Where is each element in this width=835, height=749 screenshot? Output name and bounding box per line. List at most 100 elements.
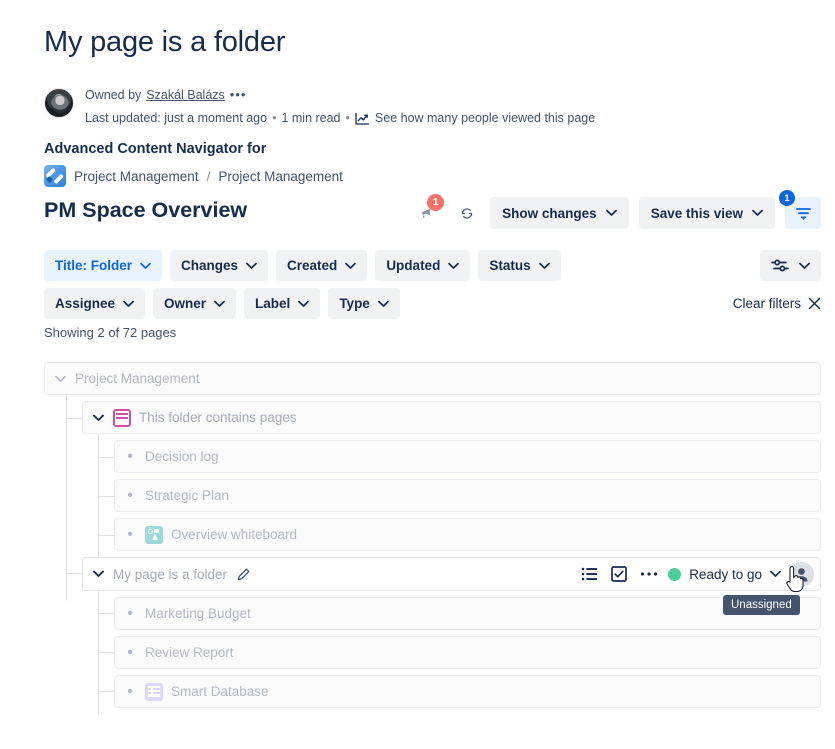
tree-row-label: Smart Database	[171, 684, 269, 699]
page-title: My page is a folder	[44, 26, 286, 58]
tree-row-label: Overview whiteboard	[171, 527, 298, 542]
tree-row-label: Strategic Plan	[145, 488, 230, 503]
filter-chip-assignee[interactable]: Assignee	[44, 288, 146, 319]
chevron-down-icon	[298, 300, 310, 307]
breadcrumb-separator: /	[206, 168, 211, 184]
bullet-icon: •	[127, 604, 133, 622]
filter-chip-owner[interactable]: Owner	[153, 288, 237, 319]
tree-connector	[98, 496, 114, 497]
whiteboard-icon	[145, 525, 163, 544]
last-updated-label: Last updated: just a moment ago	[85, 111, 268, 125]
filter-chip-label: Created	[287, 258, 338, 273]
megaphone-icon[interactable]: 1	[414, 194, 445, 226]
ellipsis-icon[interactable]	[634, 559, 664, 589]
filter-icon-button[interactable]: 1	[779, 190, 821, 229]
show-changes-button[interactable]: Show changes	[490, 197, 629, 229]
tree-connector	[66, 573, 82, 574]
filter-chip-title[interactable]: Title: Folder	[44, 250, 163, 281]
macro-header-actions: 1 Show changes Save this view 1	[414, 190, 821, 229]
chevron-down-icon	[246, 262, 257, 269]
tree-connector	[66, 395, 67, 601]
chevron-down-icon	[448, 262, 460, 269]
pencil-icon[interactable]	[236, 567, 251, 582]
chevron-down-icon[interactable]	[83, 570, 113, 578]
bullet-icon: •	[127, 643, 133, 661]
filter-chip-label[interactable]: Label	[244, 288, 321, 319]
chevron-down-icon[interactable]	[83, 414, 113, 422]
person-icon	[795, 567, 808, 581]
views-link[interactable]: See how many people viewed this page	[375, 109, 595, 127]
bullet-icon: •	[127, 486, 133, 504]
save-this-view-button[interactable]: Save this view	[638, 197, 775, 229]
byline-separator-1: •	[272, 111, 277, 125]
tree-row[interactable]: • Strategic Plan	[114, 479, 821, 512]
checkbox-checked-icon[interactable]	[604, 559, 634, 589]
tree-row-label: Decision log	[145, 449, 219, 464]
assignee-avatar[interactable]	[789, 561, 814, 587]
chevron-down-icon	[345, 262, 357, 269]
tree-connector	[98, 652, 114, 653]
ellipsis-icon[interactable]: •••	[230, 86, 247, 104]
folder-icon	[113, 408, 131, 427]
filter-chip-updated[interactable]: Updated	[375, 250, 471, 281]
owner-link[interactable]: Szakál Balázs	[146, 86, 225, 104]
filter-chip-changes[interactable]: Changes	[170, 250, 269, 281]
tree-connector	[98, 691, 114, 692]
chevron-down-icon	[538, 262, 550, 269]
status-label: Ready to go	[689, 566, 762, 582]
refresh-icon[interactable]	[454, 200, 480, 226]
tree-row-active[interactable]: My page is a folder Ready to go	[82, 557, 821, 591]
filter-chip-created[interactable]: Created	[276, 250, 368, 281]
tree-row-label: My page is a folder	[113, 566, 228, 582]
owned-by-label: Owned by	[85, 88, 142, 102]
filter-chip-label: Owner	[164, 296, 207, 311]
space-rocket-icon	[44, 165, 66, 187]
status-badge[interactable]: Ready to go	[664, 567, 787, 582]
tree-row[interactable]: This folder contains pages	[82, 401, 821, 434]
view-settings-button[interactable]	[760, 250, 821, 281]
macro-label: Advanced Content Navigator for	[44, 141, 267, 157]
chevron-down-icon[interactable]	[45, 375, 75, 383]
chevron-down-icon	[140, 262, 151, 269]
filter-badge: 1	[779, 190, 795, 206]
chevron-down-icon	[752, 209, 763, 216]
filter-chip-status[interactable]: Status	[478, 250, 561, 281]
tree-connector	[98, 613, 114, 614]
breadcrumb-space[interactable]: Project Management	[74, 169, 199, 184]
tree-row-label: Marketing Budget	[145, 606, 251, 621]
owner-avatar[interactable]	[44, 88, 74, 118]
filter-chip-label: Changes	[181, 258, 239, 273]
clear-filters-button[interactable]: Clear filters	[733, 296, 821, 311]
byline: Owned by Szakál Balázs ••• Last updated:…	[44, 86, 595, 127]
tree-row[interactable]: • Marketing Budget	[114, 597, 821, 630]
breadcrumb: Project Management / Project Management	[44, 165, 343, 187]
tree-row[interactable]: • Smart Database	[114, 675, 821, 708]
filter-chip-type[interactable]: Type	[328, 288, 400, 319]
tree-row[interactable]: • Review Report	[114, 636, 821, 669]
macro-header: PM Space Overview 1 Show changes Save th…	[44, 190, 821, 237]
bullet-icon: •	[127, 682, 133, 700]
results-count: Showing 2 of 72 pages	[44, 325, 177, 340]
tree-connector	[66, 418, 82, 419]
filter-chip-label: Updated	[386, 258, 441, 273]
content-tree: Project Management This folder contains …	[44, 362, 821, 715]
list-icon[interactable]	[574, 559, 604, 589]
read-time-label: 1 min read	[281, 111, 341, 125]
tree-row-label: Review Report	[145, 645, 234, 660]
tree-connector	[98, 535, 114, 536]
close-icon	[808, 297, 821, 310]
database-icon	[145, 682, 163, 701]
page-root: My page is a folder Owned by Szakál Balá…	[0, 0, 835, 749]
breadcrumb-page[interactable]: Project Management	[218, 169, 343, 184]
chevron-down-icon	[605, 209, 617, 216]
filter-chip-label-text: Label	[255, 296, 291, 311]
tree-row-actions: Ready to go	[574, 559, 820, 589]
save-this-view-label: Save this view	[650, 205, 743, 221]
tree-row[interactable]: • Decision log	[114, 440, 821, 473]
byline-separator-2: •	[345, 111, 350, 125]
chevron-down-icon	[377, 300, 389, 307]
filter-chips-row-2: Assignee Owner Label Type Clear filters	[44, 288, 821, 319]
tree-row[interactable]: • Overview whiteboard	[114, 518, 821, 551]
tree-row[interactable]: Project Management	[44, 362, 821, 395]
tree-row-label: This folder contains pages	[139, 410, 297, 425]
